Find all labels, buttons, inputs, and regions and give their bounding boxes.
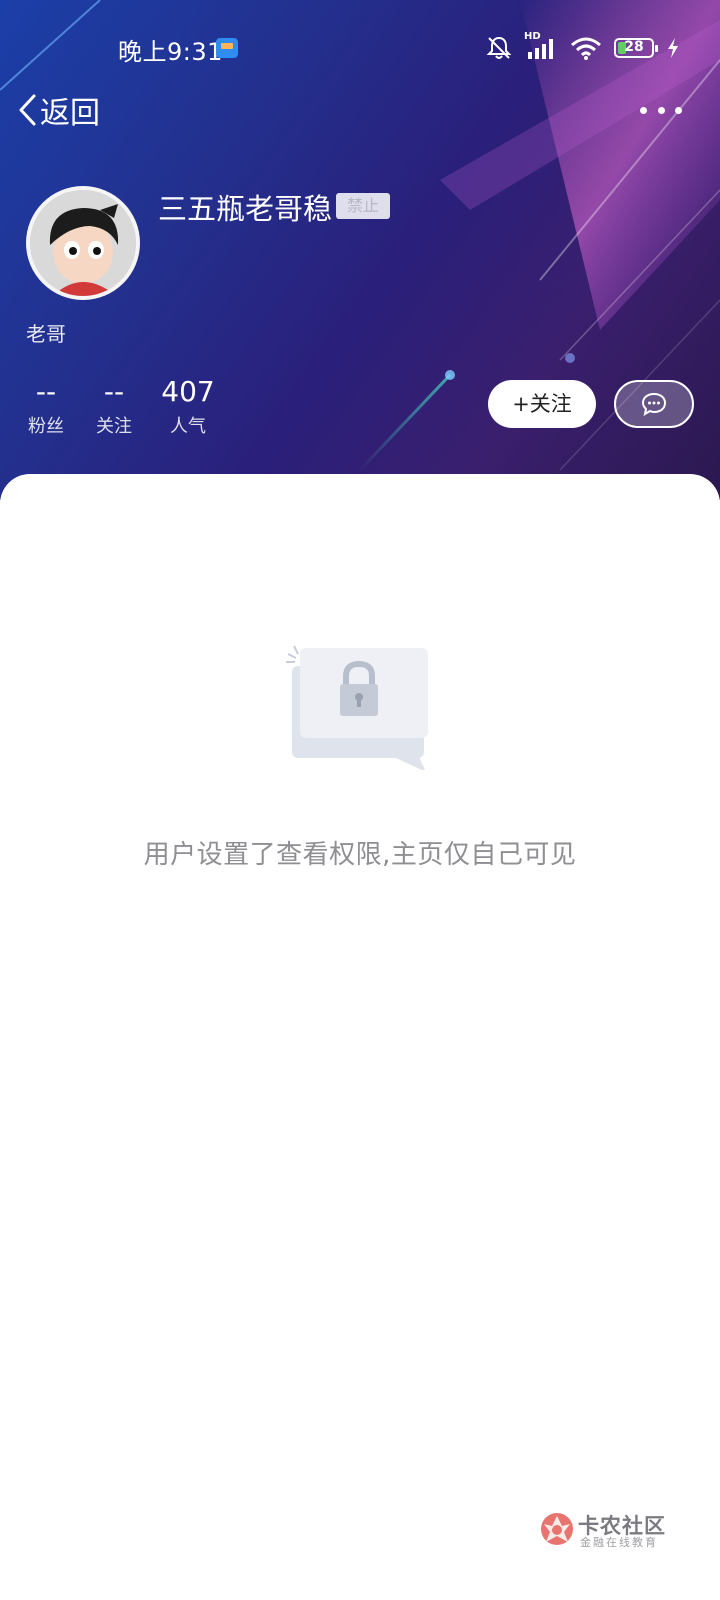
chat-bubble-icon (641, 392, 667, 416)
watermark: 卡农社区 金融在线教育 (540, 1510, 670, 1550)
avatar[interactable] (26, 186, 140, 300)
follow-button[interactable]: +关注 (488, 380, 596, 428)
empty-message: 用户设置了查看权限,主页仅自己可见 (143, 840, 577, 870)
stat-following[interactable]: -- 关注 (94, 374, 134, 438)
locked-card-icon (286, 646, 428, 770)
stat-fans[interactable]: -- 粉丝 (26, 374, 66, 438)
stat-label: 人气 (170, 416, 206, 437)
back-button[interactable]: 返回 (16, 90, 100, 131)
message-button[interactable] (614, 380, 694, 428)
battery-icon: 28 (614, 38, 658, 58)
back-label: 返回 (40, 96, 100, 131)
wifi-icon (571, 37, 601, 60)
more-dots-icon[interactable] (640, 96, 682, 124)
status-time: 晚上9:31 (118, 38, 223, 66)
battery-level: 28 (624, 39, 644, 55)
stat-value: 407 (161, 375, 215, 408)
stat-label: 粉丝 (28, 416, 64, 437)
status-badge: 禁止 (336, 193, 390, 219)
profile-header: 晚上9:31 HD 28 返回 三五瓶老哥稳 禁止 老哥 -- 粉丝 -- 关注… (0, 0, 720, 500)
stat-label: 关注 (96, 416, 132, 437)
signal-icon: HD (524, 31, 558, 61)
user-tagline: 老哥 (26, 322, 66, 346)
bell-muted-icon (486, 36, 512, 59)
calendar-app-icon (216, 38, 238, 58)
stat-popularity: 407 人气 (160, 374, 216, 438)
watermark-subtitle: 金融在线教育 (580, 1536, 658, 1549)
profile-content (0, 474, 720, 1600)
username: 三五瓶老哥稳 (158, 192, 333, 226)
kanong-logo-icon (541, 1513, 573, 1545)
stat-value: -- (103, 375, 125, 408)
stat-value: -- (35, 375, 57, 408)
charging-icon (668, 38, 678, 58)
status-bar: 晚上9:31 HD 28 (0, 28, 720, 68)
chevron-left-icon (19, 94, 36, 126)
